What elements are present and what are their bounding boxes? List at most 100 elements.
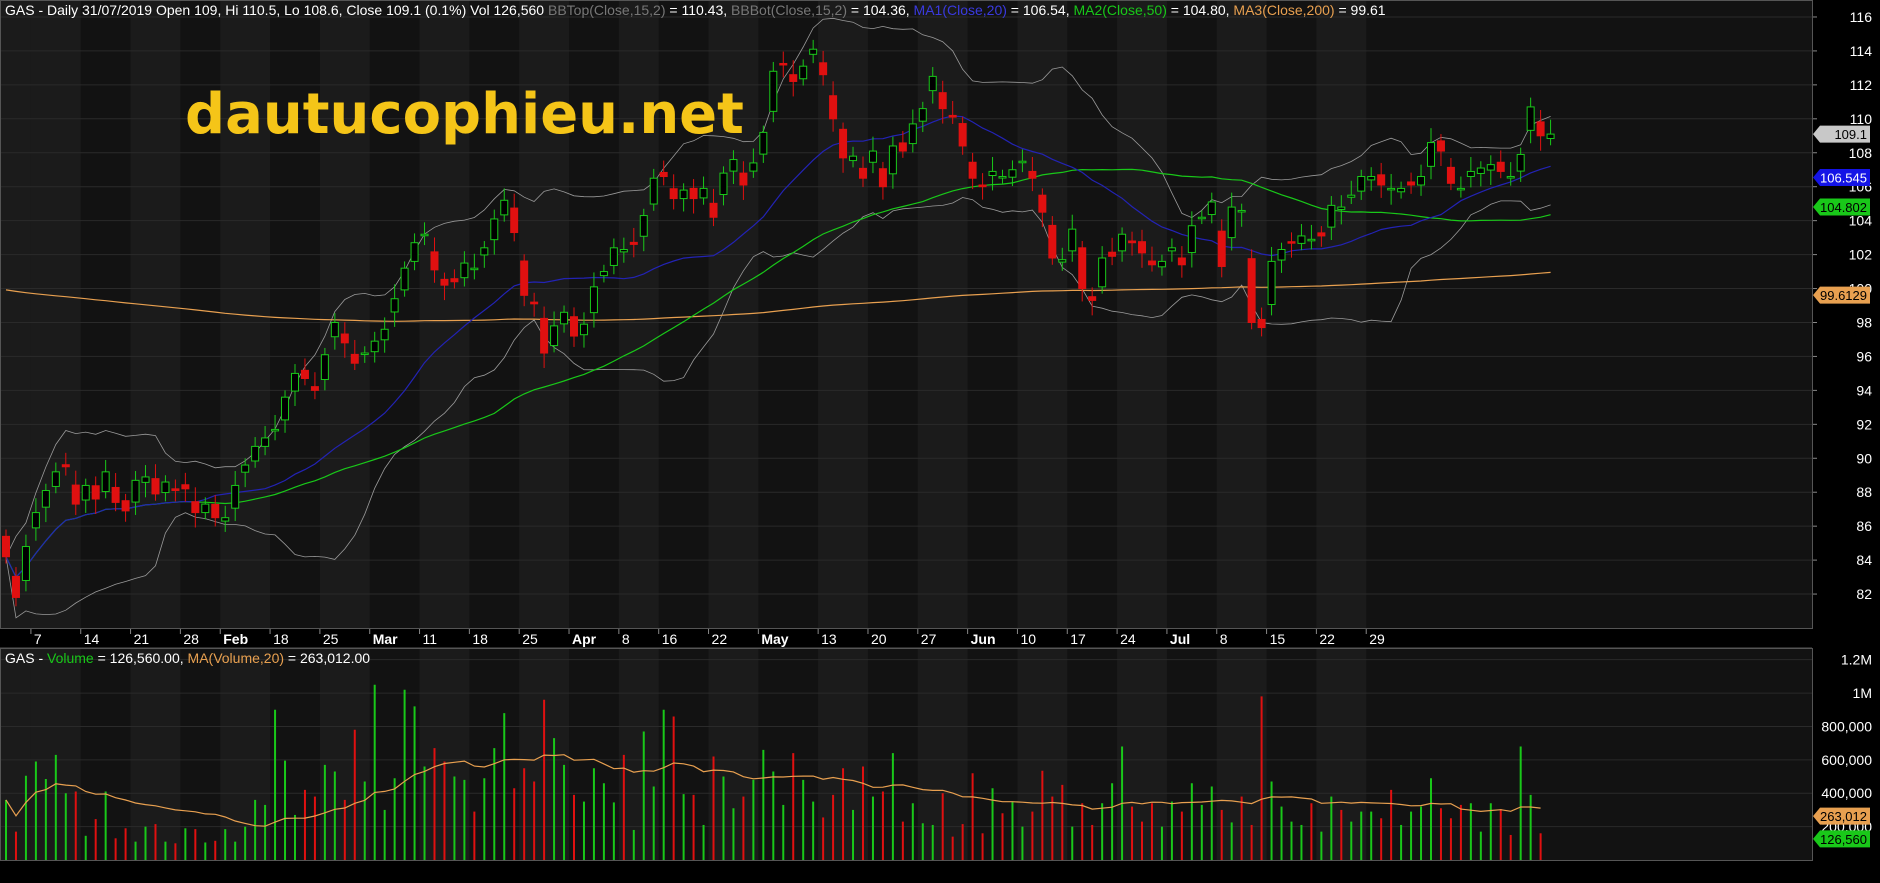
candle-body bbox=[41, 490, 50, 508]
volume-tick-label: 400,000 bbox=[1821, 785, 1872, 801]
value-tag: 104.802 bbox=[1813, 198, 1870, 216]
week-band bbox=[30, 0, 81, 628]
candle-body bbox=[1088, 296, 1097, 301]
legend-part: MA(Volume,20) bbox=[188, 650, 284, 666]
candle-body bbox=[510, 207, 519, 234]
price-tick-label: 112 bbox=[1850, 77, 1873, 93]
candle-body bbox=[789, 74, 798, 82]
legend-part: MA2(Close,50) bbox=[1073, 2, 1166, 18]
value-tag-label: 99.6129 bbox=[1820, 288, 1867, 303]
candle-body bbox=[609, 247, 618, 266]
date-tick-label: Mar bbox=[373, 631, 398, 647]
candle-body bbox=[948, 114, 957, 118]
candle-body bbox=[1526, 106, 1535, 131]
price-tick-label: 102 bbox=[1849, 247, 1873, 263]
candle-body bbox=[570, 316, 579, 337]
candle-body bbox=[679, 189, 688, 200]
candle-body bbox=[91, 485, 100, 500]
candle-body bbox=[330, 321, 339, 338]
candle-body bbox=[71, 484, 80, 505]
candle-body bbox=[1038, 194, 1047, 213]
candle-body bbox=[1008, 169, 1017, 178]
candle-body bbox=[1058, 259, 1067, 263]
candle-body bbox=[1297, 235, 1306, 244]
candle-body bbox=[729, 159, 738, 172]
candle-body bbox=[1397, 187, 1406, 193]
candle-body bbox=[480, 247, 489, 256]
candle-body bbox=[589, 286, 598, 314]
candle-body bbox=[968, 161, 977, 179]
candle-body bbox=[560, 311, 569, 325]
date-tick-label: 11 bbox=[423, 631, 438, 647]
candle-body bbox=[121, 500, 130, 512]
date-tick-label: 25 bbox=[323, 631, 339, 647]
legend-part: = 104.80, bbox=[1167, 2, 1234, 18]
candle-body bbox=[1227, 206, 1236, 239]
value-tag: 99.6129 bbox=[1813, 286, 1870, 304]
candle-body bbox=[998, 176, 1007, 179]
legend-part: = 99.61 bbox=[1335, 2, 1386, 18]
candle-body bbox=[699, 187, 708, 199]
candle-body bbox=[1078, 247, 1087, 290]
candle-body bbox=[101, 471, 110, 493]
date-x-axis: 7 14 21 28 Feb 18 25 Mar 11 18 25 Apr 8 16 22 May 13 20 27… bbox=[30, 628, 1385, 647]
date-tick-label: 8 bbox=[622, 631, 630, 647]
candle-body bbox=[1187, 225, 1196, 254]
candle-body bbox=[340, 333, 349, 344]
value-tag: 263,012 bbox=[1813, 807, 1870, 825]
date-tick-label: May bbox=[761, 631, 788, 647]
candle-body bbox=[649, 177, 658, 205]
legend-part: MA1(Close,20) bbox=[914, 2, 1007, 18]
date-tick-label: 20 bbox=[871, 631, 887, 647]
stock-chart[interactable]: dautucophieu.net 82848688909294969810010… bbox=[0, 0, 1880, 878]
date-tick-label: 29 bbox=[1369, 631, 1385, 647]
candle-body bbox=[11, 575, 20, 598]
candle-body bbox=[550, 325, 559, 347]
candle-body bbox=[749, 162, 758, 172]
candle-body bbox=[450, 278, 459, 283]
candle-body bbox=[639, 215, 648, 237]
date-tick-label: 18 bbox=[472, 631, 488, 647]
candle-body bbox=[769, 70, 778, 112]
candle-body bbox=[281, 396, 290, 421]
candle-body bbox=[370, 340, 379, 353]
volume-tick-label: 800,000 bbox=[1821, 718, 1872, 734]
price-tick-label: 82 bbox=[1856, 586, 1872, 602]
candle-body bbox=[520, 260, 529, 296]
volume-panel-background bbox=[0, 648, 1812, 860]
price-y-axis: 8284868890929496981001021041061081101121… bbox=[1812, 9, 1872, 602]
candle-body bbox=[1317, 232, 1326, 237]
candle-body bbox=[241, 464, 250, 473]
candle-body bbox=[81, 484, 90, 501]
candle-body bbox=[300, 369, 309, 379]
candle-body bbox=[221, 517, 230, 522]
price-tick-label: 116 bbox=[1850, 9, 1873, 25]
price-tick-label: 88 bbox=[1856, 484, 1872, 500]
date-tick-label: 17 bbox=[1070, 631, 1086, 647]
date-tick-label: 22 bbox=[1319, 631, 1335, 647]
date-tick-label: 15 bbox=[1270, 631, 1286, 647]
candle-body bbox=[1108, 251, 1117, 257]
candle-body bbox=[350, 353, 359, 364]
legend-part: = 126,560.00, bbox=[94, 650, 188, 666]
price-tick-label: 98 bbox=[1856, 314, 1872, 330]
candle-body bbox=[1068, 228, 1077, 252]
legend-part: BBBot(Close,15,2) bbox=[731, 2, 847, 18]
candle-body bbox=[1367, 176, 1376, 181]
week-band bbox=[1117, 0, 1167, 628]
candle-body bbox=[809, 48, 818, 55]
volume-tick-label: 1M bbox=[1853, 685, 1872, 701]
candle-body bbox=[21, 546, 30, 581]
candle-body bbox=[360, 352, 369, 356]
candle-body bbox=[839, 128, 848, 159]
legend-part: = 263,012.00 bbox=[284, 650, 370, 666]
week-band bbox=[0, 0, 31, 628]
candle-body bbox=[290, 372, 299, 392]
week-band bbox=[130, 0, 181, 628]
candle-body bbox=[410, 242, 419, 262]
legend-part: = 110.43, bbox=[666, 2, 732, 18]
candle-body bbox=[1307, 238, 1316, 242]
candle-body bbox=[271, 428, 280, 432]
candle-body bbox=[1128, 240, 1137, 244]
candle-body bbox=[2, 535, 10, 558]
